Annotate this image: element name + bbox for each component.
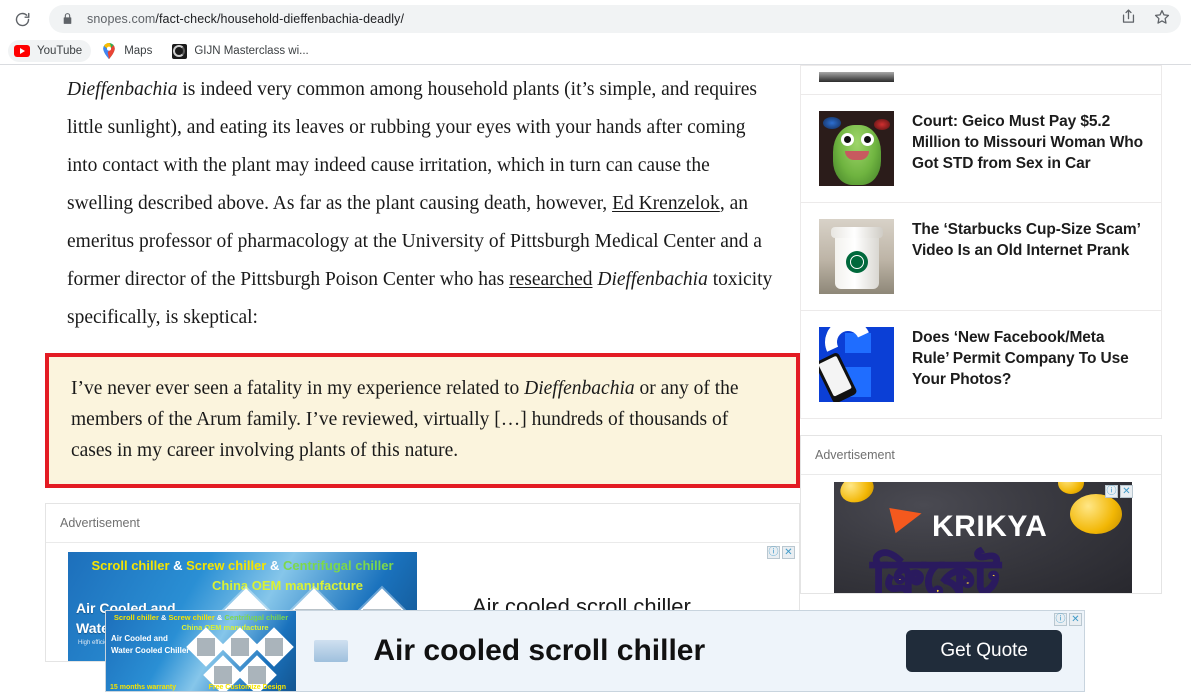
google-maps-icon <box>101 43 117 59</box>
adchoices-info-icon[interactable]: ⓘ <box>1054 613 1067 626</box>
bookmark-youtube[interactable]: YouTube <box>8 40 92 62</box>
sticky-line1-a: Scroll chiller <box>113 613 159 622</box>
page-viewport: Dieffenbachia is indeed very common amon… <box>0 65 1191 692</box>
article-main-column: Dieffenbachia is indeed very common amon… <box>45 65 800 662</box>
adchoices-controls: ⓘ ✕ <box>767 546 795 559</box>
species-name-italic: Dieffenbachia <box>524 378 635 399</box>
sidebar-advertisement-container: Advertisement ⓘ ✕ KRIKYA ক্রিকেট <box>800 435 1162 594</box>
address-bar[interactable]: snopes.com/fact-check/household-dieffenb… <box>49 5 1181 33</box>
adchoices-close-icon[interactable]: ✕ <box>1069 613 1082 626</box>
browser-chrome: snopes.com/fact-check/household-dieffenb… <box>0 0 1191 65</box>
get-quote-button[interactable]: Get Quote <box>906 630 1062 672</box>
krikya-ad-creative[interactable]: KRIKYA ক্রিকেট <box>834 482 1132 593</box>
highlighted-quote-block: I’ve never ever seen a fatality in my ex… <box>45 353 800 488</box>
article-title: Does ‘New Facebook/Meta Rule’ Permit Com… <box>912 329 1129 388</box>
link-researched[interactable]: researched <box>509 269 592 290</box>
article-thumbnail <box>819 111 894 186</box>
bookmark-label: GIJN Masterclass wi... <box>194 45 309 57</box>
list-item[interactable]: Court: Geico Must Pay $5.2 Million to Mi… <box>800 95 1162 203</box>
advertisement-label: Advertisement <box>801 436 1161 475</box>
sticky-ad-creative[interactable]: Scroll chiller & Screw chiller & Centrif… <box>106 611 296 691</box>
species-name-italic: Dieffenbachia <box>597 269 708 290</box>
chiller-line1-a: Scroll chiller <box>91 558 170 573</box>
chiller-amp-1: & <box>169 558 187 573</box>
sticky-amp-2: & <box>214 613 225 622</box>
sticky-badge-right: Free Customize Design <box>208 684 286 691</box>
krikya-bangla-text: ক্রিকেট <box>870 551 1000 594</box>
sticky-line1: Scroll chiller & Screw chiller & Centrif… <box>106 613 296 622</box>
youtube-icon <box>14 43 30 59</box>
sticky-ad-headline: Air cooled scroll chiller <box>373 634 706 667</box>
sidebar-column: Court: Geico Must Pay $5.2 Million to Mi… <box>800 65 1162 594</box>
quote-text: I’ve never ever seen a fatality in my ex… <box>71 373 774 466</box>
article-title: The ‘Starbucks Cup-Size Scam’ Video Is a… <box>912 221 1140 259</box>
sticky-line3: Air Cooled and Water Cooled Chiller <box>111 634 190 655</box>
reload-icon <box>14 11 31 28</box>
chiller-ad-line1: Scroll chiller & Screw chiller & Centrif… <box>68 558 417 573</box>
quote-segment: I’ve never ever seen a fatality in my ex… <box>71 378 525 399</box>
url-path: /fact-check/household-dieffenbachia-dead… <box>155 12 405 26</box>
share-icon <box>1120 8 1137 30</box>
url-text: snopes.com/fact-check/household-dieffenb… <box>87 12 404 26</box>
coin-graphic <box>836 482 878 507</box>
adchoices-close-icon[interactable]: ✕ <box>782 546 795 559</box>
bookmarks-bar: YouTube Maps GIJN Masterclass wi... <box>0 38 1191 64</box>
bookmark-label: Maps <box>124 45 153 57</box>
list-item[interactable]: The ‘Starbucks Cup-Size Scam’ Video Is a… <box>800 203 1162 311</box>
article-thumbnail <box>819 219 894 294</box>
bookmark-star-button[interactable] <box>1147 4 1177 34</box>
sticky-line1-b: Screw chiller <box>168 613 215 622</box>
article-title: Court: Geico Must Pay $5.2 Million to Mi… <box>912 113 1144 172</box>
sticky-badge-left: 15 months warranty <box>110 684 177 691</box>
reload-button[interactable] <box>7 4 37 34</box>
sticky-ad-body[interactable]: Air cooled scroll chiller Get Quote <box>296 611 1084 691</box>
url-host: snopes.com <box>87 12 156 26</box>
adchoices-controls: ⓘ ✕ <box>1105 485 1133 498</box>
advertisement-label: Advertisement <box>46 504 799 543</box>
adchoices-close-icon[interactable]: ✕ <box>1120 485 1133 498</box>
adchoices-info-icon[interactable]: ⓘ <box>767 546 780 559</box>
species-name-italic: Dieffenbachia <box>67 79 178 100</box>
sticky-line1-c: Centrifugal chiller <box>224 613 289 622</box>
article-thumbnail <box>819 327 894 402</box>
gijn-icon <box>171 43 187 59</box>
link-ed-krenzelok[interactable]: Ed Krenzelok <box>612 193 720 214</box>
chiller-amp-2: & <box>266 558 283 573</box>
article-thumbnail <box>819 72 894 82</box>
lock-icon <box>61 12 75 26</box>
browser-toolbar: snopes.com/fact-check/household-dieffenb… <box>0 0 1191 38</box>
adchoices-info-icon[interactable]: ⓘ <box>1105 485 1118 498</box>
omnibox-actions <box>1113 5 1181 33</box>
share-button[interactable] <box>1113 4 1143 34</box>
bookmark-maps[interactable]: Maps <box>95 40 161 62</box>
advertiser-logo <box>314 640 348 662</box>
star-icon <box>1153 8 1171 31</box>
bookmark-gijn[interactable]: GIJN Masterclass wi... <box>165 40 317 62</box>
advertiser-name-small <box>354 648 355 654</box>
list-item[interactable] <box>800 65 1162 95</box>
lightning-bolt-icon <box>889 500 925 534</box>
krikya-brand-name: KRIKYA <box>932 510 1048 543</box>
coin-graphic <box>1058 482 1084 494</box>
list-item[interactable]: Does ‘New Facebook/Meta Rule’ Permit Com… <box>800 311 1162 419</box>
article-paragraph: Dieffenbachia is indeed very common amon… <box>45 71 800 337</box>
bookmark-label: YouTube <box>37 45 83 57</box>
adchoices-controls: ⓘ ✕ <box>1054 613 1082 626</box>
chiller-line1-c: Centrifugal chiller <box>282 558 394 573</box>
chiller-line1-b: Screw chiller <box>186 558 267 573</box>
sticky-bottom-advertisement: ⓘ ✕ Scroll chiller & Screw chiller & Cen… <box>105 610 1085 692</box>
sidebar-advertisement-slot: ⓘ ✕ KRIKYA ক্রিকেট <box>801 475 1161 593</box>
coin-graphic <box>1070 494 1122 534</box>
